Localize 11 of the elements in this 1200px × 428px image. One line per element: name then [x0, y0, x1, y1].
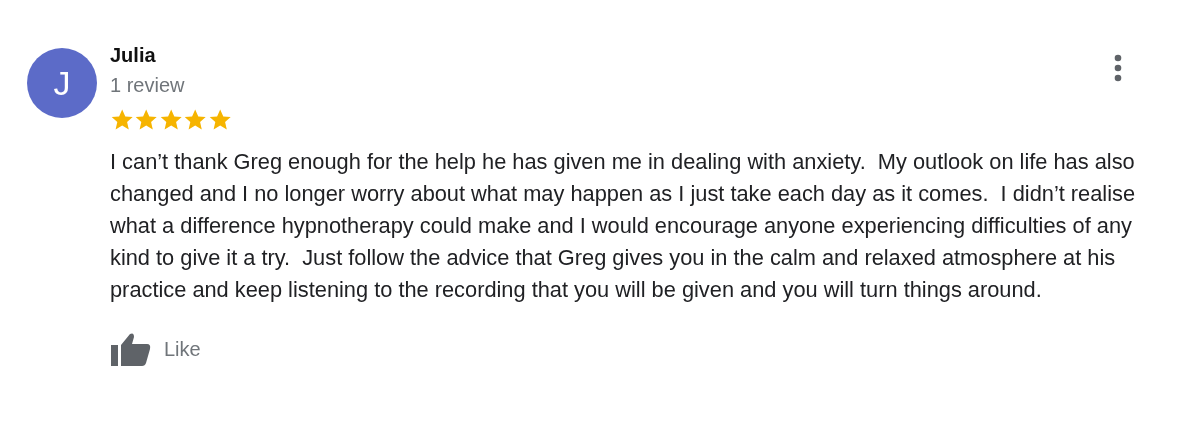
star-icon: [207, 108, 232, 132]
star-icon: [134, 108, 159, 132]
star-icon: [158, 108, 184, 132]
star-icon: [110, 108, 135, 132]
thumbs-up-icon: [110, 332, 152, 366]
review-text: I can’t thank Greg enough for the help he has given me in dealing with anxiety. My outlook on life has also changed and I no longer worry about what may happen as I just take each day as it comes. I didn’t realise what a difference hypnotherapy could make and I would encourage anyone experiencing difficulties of any kind to give it a try. Just follow the advice that Greg gives you in the calm and relaxed atmosphere at his practice and keep listening to the recording that you will be given and you will turn things around.: [110, 148, 1137, 304]
avatar: J: [27, 48, 97, 118]
author-name: Julia: [110, 43, 156, 68]
star-icon: [183, 108, 208, 132]
review-count: 1 review: [110, 73, 185, 98]
like-button[interactable]: Like: [110, 332, 201, 366]
